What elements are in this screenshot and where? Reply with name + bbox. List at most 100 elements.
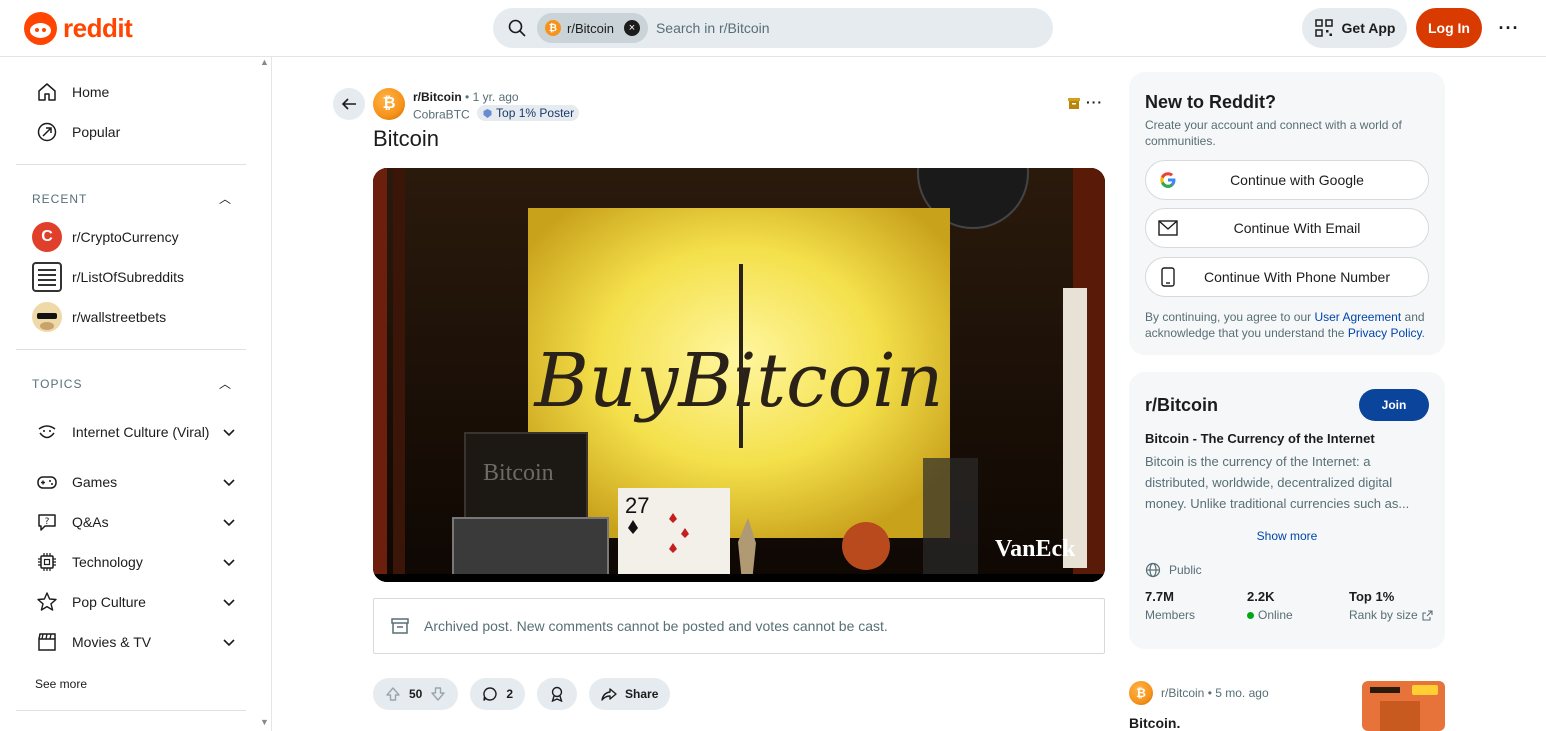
post-video[interactable]: Bitcoin 27 BuyBitcoin VanEck xyxy=(373,168,1105,582)
logo-text: reddit xyxy=(63,13,133,43)
see-more-topics-link[interactable]: See more xyxy=(35,677,87,691)
privacy-policy-link[interactable]: Privacy Policy xyxy=(1348,326,1422,340)
rank-value: Top 1% xyxy=(1349,589,1395,604)
related-thumbnail xyxy=(1362,681,1445,731)
signup-legal-text: By continuing, you agree to our User Agr… xyxy=(1145,309,1435,341)
nav-popular[interactable]: Popular xyxy=(16,112,246,152)
post-meta: r/Bitcoin • 1 yr. ago CobraBTC Top 1% Po… xyxy=(413,89,580,123)
community-name[interactable]: r/Bitcoin xyxy=(1145,395,1218,416)
post-author-link[interactable]: CobraBTC xyxy=(413,108,470,122)
badge-icon xyxy=(483,108,492,118)
signup-card: New to Reddit? Create your account and c… xyxy=(1129,72,1445,355)
topic-qas[interactable]: ? Q&As xyxy=(36,511,236,533)
online-dot-icon xyxy=(1247,611,1254,619)
book-title: Bitcoin xyxy=(483,460,554,486)
globe-icon xyxy=(1145,562,1161,578)
google-icon xyxy=(1158,170,1178,190)
rank-stat[interactable]: Top 1% Rank by size xyxy=(1349,589,1433,622)
reddit-snoo-icon xyxy=(24,12,57,45)
online-row: Online xyxy=(1247,608,1293,622)
upvote-icon[interactable] xyxy=(385,686,401,702)
legal-suffix: . xyxy=(1421,326,1425,340)
meta-separator: • xyxy=(1207,686,1212,700)
post-more-options-icon[interactable]: ··· xyxy=(1086,94,1103,110)
chevron-down-icon xyxy=(223,479,235,487)
chevron-down-icon xyxy=(223,639,235,647)
chevron-down-icon xyxy=(223,559,235,567)
vaneck-watermark: VanEck xyxy=(995,536,1076,562)
members-stat: 7.7M Members xyxy=(1145,589,1195,622)
continue-email-button[interactable]: Continue With Email xyxy=(1145,208,1429,248)
award-button[interactable] xyxy=(537,678,578,710)
topic-movies-tv[interactable]: Movies & TV xyxy=(36,631,236,653)
chevron-up-icon: ︿ xyxy=(218,192,232,206)
online-label: Online xyxy=(1258,608,1293,622)
signup-description: Create your account and connect with a w… xyxy=(1145,118,1402,148)
login-button[interactable]: Log In xyxy=(1416,8,1482,48)
continue-google-label: Continue with Google xyxy=(1230,172,1364,188)
downvote-icon[interactable] xyxy=(430,686,446,702)
post-subreddit-link[interactable]: r/Bitcoin xyxy=(413,90,462,104)
topic-label: Internet Culture (Viral) xyxy=(72,424,210,440)
search-bar[interactable]: ₿ r/Bitcoin × xyxy=(493,8,1053,48)
qr-code-icon xyxy=(1314,19,1333,37)
bitcoin-icon: ₿ xyxy=(1129,681,1153,705)
legal-prefix: By continuing, you agree to our xyxy=(1145,310,1312,324)
show-more-button[interactable]: Show more xyxy=(1129,529,1445,543)
archive-icon xyxy=(1068,98,1080,109)
scroll-down-icon[interactable]: ▼ xyxy=(260,717,269,727)
subreddit-avatar[interactable]: ₿ xyxy=(373,88,405,120)
continue-phone-label: Continue With Phone Number xyxy=(1204,269,1390,285)
topic-pop-culture[interactable]: Pop Culture xyxy=(36,591,236,613)
get-app-button[interactable]: Get App xyxy=(1302,8,1407,48)
recent-item-listofsubreddits[interactable]: r/ListOfSubreddits xyxy=(32,257,242,297)
recent-item-wallstreetbets[interactable]: r/wallstreetbets xyxy=(32,297,242,337)
search-icon xyxy=(508,19,526,37)
online-value: 2.2K xyxy=(1247,589,1275,604)
clear-scope-icon[interactable]: × xyxy=(623,20,640,36)
search-input[interactable] xyxy=(655,20,956,36)
left-sidebar: ▲ Home Popular RECENT ︿ C r/CryptoCurren… xyxy=(0,57,272,731)
comments-button[interactable]: 2 xyxy=(470,678,526,710)
popular-icon xyxy=(37,122,57,142)
topic-technology[interactable]: Technology xyxy=(36,551,236,573)
share-icon xyxy=(601,688,617,701)
phone-icon xyxy=(1158,267,1178,287)
related-time: 5 mo. ago xyxy=(1215,686,1269,700)
community-card: r/Bitcoin Join Bitcoin - The Currency of… xyxy=(1129,372,1445,649)
search-scope-chip[interactable]: ₿ r/Bitcoin × xyxy=(537,13,648,43)
continue-email-label: Continue With Email xyxy=(1233,220,1361,236)
archived-notice-text: Archived post. New comments cannot be po… xyxy=(424,618,888,634)
nav-home[interactable]: Home xyxy=(16,72,246,112)
meta-separator: • xyxy=(465,90,470,104)
share-button[interactable]: Share xyxy=(589,678,671,710)
related-subreddit[interactable]: r/Bitcoin xyxy=(1161,686,1204,700)
external-link-icon xyxy=(1422,609,1433,621)
chevron-down-icon xyxy=(223,599,235,607)
community-description: Bitcoin is the currency of the Internet:… xyxy=(1145,454,1410,511)
smile-icon xyxy=(38,425,56,439)
topic-games[interactable]: Games xyxy=(36,471,236,493)
list-avatar xyxy=(32,262,62,292)
topics-section-header[interactable]: TOPICS ︿ xyxy=(32,375,232,392)
more-options-icon[interactable]: ··· xyxy=(1494,14,1524,42)
question-icon: ? xyxy=(38,514,56,531)
user-agreement-link[interactable]: User Agreement xyxy=(1314,310,1401,324)
post-time: 1 yr. ago xyxy=(472,90,519,104)
continue-phone-button[interactable]: Continue With Phone Number xyxy=(1145,257,1429,297)
gamepad-icon xyxy=(37,476,57,489)
divider xyxy=(16,710,246,711)
back-button[interactable] xyxy=(333,88,365,120)
vote-count: 50 xyxy=(409,687,423,701)
recent-heading: RECENT xyxy=(32,191,88,206)
recent-section-header[interactable]: RECENT ︿ xyxy=(32,190,232,207)
recent-item-label: r/CryptoCurrency xyxy=(72,229,179,245)
topic-internet-culture[interactable]: Internet Culture (Viral) xyxy=(36,412,236,452)
scroll-up-icon[interactable]: ▲ xyxy=(260,57,269,67)
continue-google-button[interactable]: Continue with Google xyxy=(1145,160,1429,200)
vote-control: 50 xyxy=(373,678,459,710)
recent-item-cryptocurrency[interactable]: C r/CryptoCurrency xyxy=(32,217,242,257)
join-button[interactable]: Join xyxy=(1359,389,1429,421)
reddit-logo[interactable]: reddit xyxy=(24,12,133,45)
mail-icon xyxy=(1158,218,1178,238)
